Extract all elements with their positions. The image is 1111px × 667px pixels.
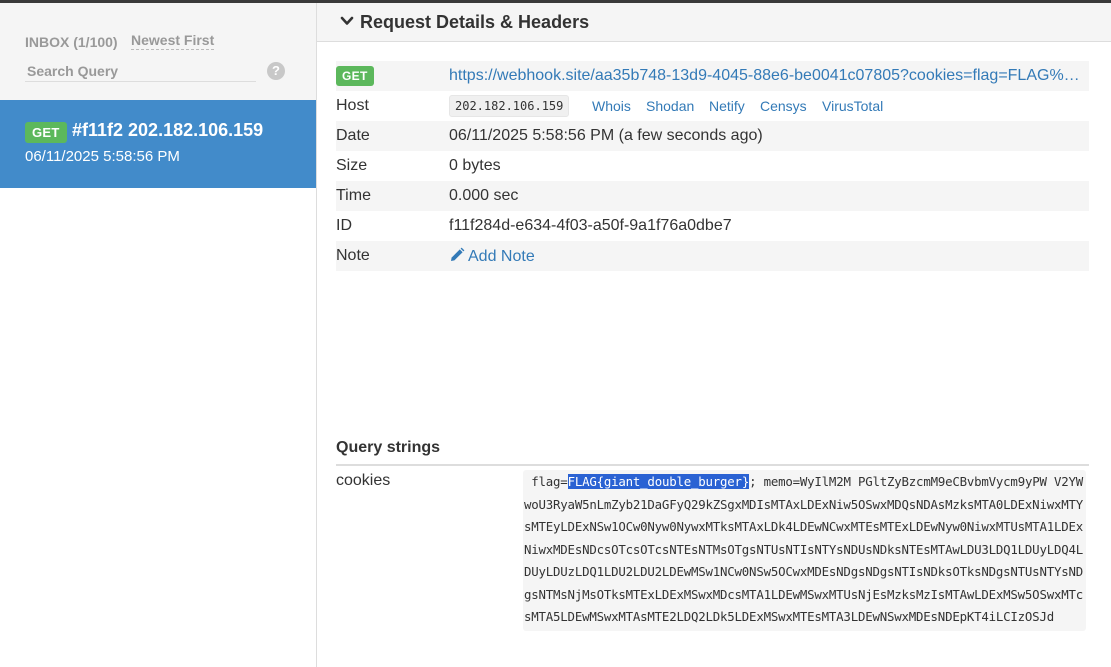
request-list-item[interactable]: GET #f11f2 202.182.106.159 06/11/2025 5:… [0, 100, 316, 188]
inbox-label: INBOX (1/100) [25, 34, 118, 50]
request-details-table: GET https://webhook.site/aa35b748-13d9-4… [336, 61, 1089, 271]
panel-header[interactable]: Request Details & Headers [317, 3, 1111, 42]
time-value: 0.000 sec [449, 187, 519, 204]
virustotal-link[interactable]: VirusTotal [822, 98, 883, 114]
divider [336, 464, 1089, 466]
shodan-link[interactable]: Shodan [646, 98, 694, 114]
method-badge: GET [336, 66, 374, 86]
sidebar-header: INBOX (1/100) Newest First ? [0, 3, 316, 100]
censys-link[interactable]: Censys [760, 98, 807, 114]
netify-link[interactable]: Netify [709, 98, 745, 114]
method-badge: GET [25, 122, 67, 143]
detail-row-size: Size 0 bytes [336, 151, 1089, 181]
request-url-link[interactable]: https://webhook.site/aa35b748-13d9-4045-… [449, 67, 1081, 85]
time-label: Time [336, 187, 371, 204]
detail-row-host: Host 202.182.106.159 Whois Shodan Netify… [336, 91, 1089, 121]
size-label: Size [336, 157, 368, 174]
sort-order-toggle[interactable]: Newest First [131, 32, 215, 50]
whois-link[interactable]: Whois [592, 98, 631, 114]
query-value-prefix: flag= [524, 474, 568, 489]
query-key: cookies [336, 472, 391, 489]
query-value-rest: ; memo=WyIlM2M PGltZyBzcmM9eCBvbmVycm9yP… [524, 474, 1084, 624]
detail-row-time: Time 0.000 sec [336, 181, 1089, 211]
panel-title: Request Details & Headers [360, 12, 590, 32]
chevron-down-icon[interactable] [339, 13, 355, 29]
date-label: Date [336, 127, 370, 144]
search-input[interactable] [25, 60, 256, 82]
detail-row-date: Date 06/11/2025 5:58:56 PM (a few second… [336, 121, 1089, 151]
id-value: f11f284d-e634-4f03-a50f-9a1f76a0dbe7 [449, 217, 732, 234]
id-label: ID [336, 217, 352, 234]
detail-row-url: GET https://webhook.site/aa35b748-13d9-4… [336, 61, 1089, 91]
host-label: Host [336, 97, 369, 114]
selected-flag-text[interactable]: FLAG{giant_double_burger} [567, 474, 749, 489]
add-note-link[interactable]: Add Note [449, 247, 535, 266]
main-panel: Request Details & Headers GET https://we… [317, 3, 1111, 667]
request-title: #f11f2 202.182.106.159 [72, 120, 264, 140]
help-icon[interactable]: ? [267, 62, 285, 80]
query-strings-title: Query strings [336, 439, 441, 456]
detail-row-note: Note Add Note [336, 241, 1089, 271]
query-value[interactable]: flag=FLAG{giant_double_burger}; memo=WyI… [523, 470, 1086, 631]
size-value: 0 bytes [449, 157, 501, 174]
pencil-icon [451, 247, 465, 261]
request-date: 06/11/2025 5:58:56 PM [25, 148, 180, 165]
sidebar: INBOX (1/100) Newest First ? GET #f11f2 … [0, 3, 317, 667]
detail-row-id: ID f11f284d-e634-4f03-a50f-9a1f76a0dbe7 [336, 211, 1089, 241]
add-note-label: Add Note [468, 248, 535, 265]
note-label: Note [336, 247, 370, 264]
host-ip: 202.182.106.159 [449, 95, 570, 117]
date-value: 06/11/2025 5:58:56 PM (a few seconds ago… [449, 127, 763, 144]
